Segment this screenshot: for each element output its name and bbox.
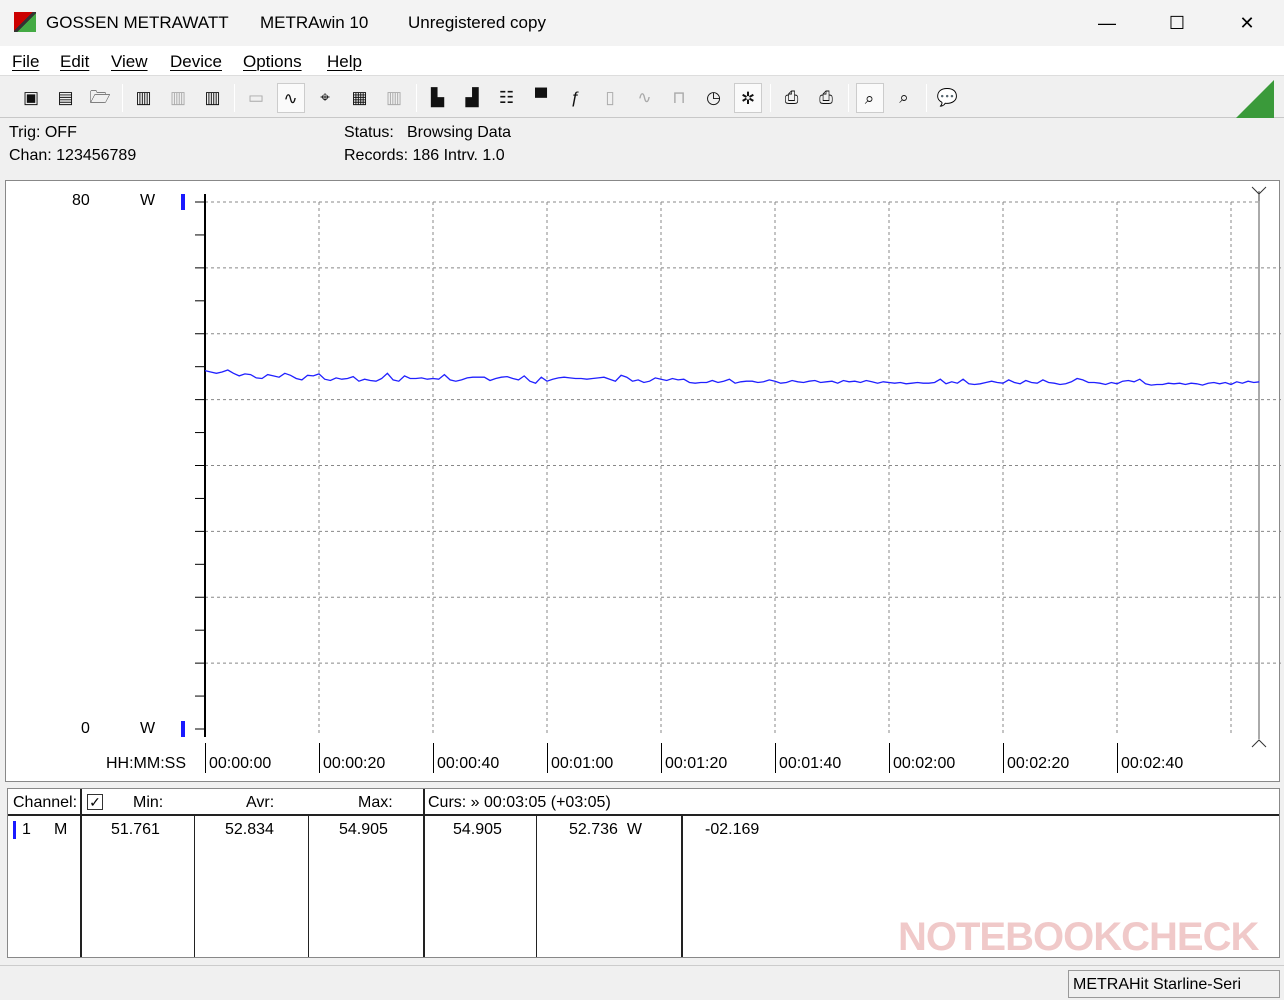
close-button[interactable]: ✕ (1224, 8, 1270, 38)
connection-indicator-icon (1236, 80, 1274, 118)
x-tick-label: 00:00:40 (433, 743, 499, 773)
avr-value: 52.834 (225, 821, 274, 838)
channel-min-marker (181, 721, 185, 737)
comment-button[interactable]: 💬 (934, 83, 962, 113)
x-tick-label: 00:01:40 (775, 743, 841, 773)
cursor-header: Curs: » 00:03:05 (+03:05) (428, 794, 611, 811)
channel-list: Chan: 123456789 (9, 147, 137, 164)
y-max-label: 80 (72, 192, 90, 209)
toolbar-separator (415, 84, 417, 112)
menu-view[interactable]: View (111, 52, 148, 72)
y-min-label: 0 (81, 720, 90, 737)
status-bar: METRAHit Starline-Seri (0, 965, 1284, 1000)
cursor-value-2: 52.736 W (569, 821, 642, 838)
trigger-bug-button[interactable]: ✲ (734, 83, 762, 113)
cursor-value: 54.905 (453, 821, 502, 838)
x-tick-label: 00:01:20 (661, 743, 727, 773)
max-value: 54.905 (339, 821, 388, 838)
monitor-button[interactable]: ▀ (527, 83, 555, 113)
channel-checkbox[interactable]: ✓ (87, 794, 103, 810)
toolbar-separator (234, 84, 235, 112)
toolbar-separator (769, 84, 771, 112)
pulse-button[interactable]: ⊓ (665, 83, 693, 113)
channel-number: 1 (22, 821, 31, 838)
x-tick-label: 00:02:40 (1117, 743, 1183, 773)
status-value: Browsing Data (407, 124, 512, 141)
channel-mode: M (54, 821, 68, 838)
menu-help[interactable]: Help (327, 52, 362, 72)
x-axis-label: HH:MM:SS (106, 755, 186, 772)
toolbar-separator (847, 84, 849, 112)
minimize-button[interactable]: — (1084, 8, 1130, 38)
export-button[interactable]: ▙ (424, 83, 452, 113)
x-tick-label: 00:00:20 (319, 743, 385, 773)
toolbar-separator (925, 84, 927, 112)
clock-button[interactable]: ◷ (700, 83, 728, 113)
app-logo-icon (14, 12, 36, 32)
cursor-bottom-handle (1251, 739, 1267, 748)
y-max-unit: W (140, 192, 156, 209)
zoom-wave-button[interactable]: ⌕ (855, 83, 884, 113)
y-min-unit: W (140, 720, 156, 737)
save-as-button[interactable]: ▤ (52, 83, 80, 113)
x-tick-label: 00:02:00 (889, 743, 955, 773)
min-header: Min: (133, 794, 164, 811)
toolbar-separator (121, 84, 123, 112)
avr-header: Avr: (246, 794, 275, 811)
chart-panel[interactable]: 80 W 0 W HH:MM:SS 00:00:00 00:00:20 00:00:… (5, 180, 1281, 782)
x-tick-label: 00:02:20 (1003, 743, 1069, 773)
menu-options[interactable]: Options (243, 52, 302, 72)
device-name: METRAHit Starline-Seri (1068, 970, 1280, 998)
company-name: GOSSEN METRAWATT (46, 13, 229, 32)
device-transfer-button[interactable]: ▥ (164, 83, 192, 113)
channel-header: Channel: (13, 794, 78, 811)
menu-edit[interactable]: Edit (60, 52, 89, 72)
x-tick-label: 00:01:00 (547, 743, 613, 773)
channel-max-marker (181, 194, 185, 210)
waveform-view-button[interactable]: ∿ (276, 83, 305, 113)
cursor-difference: -02.169 (705, 821, 760, 838)
meter-button[interactable]: ▯ (596, 83, 624, 113)
records-info: Records: 186 Intrv. 1.0 (344, 147, 505, 164)
menu-bar: File Edit View Device Options Help (0, 46, 1284, 76)
trigger-status: Trig: OFF (9, 124, 77, 141)
registration-status: Unregistered copy (408, 13, 546, 32)
measurement-table: Channel: ✓ Min: Avr: Max: Curs: » 00:03:… (7, 788, 1280, 959)
title-bar: GOSSEN METRAWATT METRAwin 10 Unregistere… (0, 0, 1284, 46)
maximize-button[interactable]: ☐ (1154, 8, 1200, 38)
toolbar: ▣ ▤ 🗁 ▥ ▥ ▥ ▭ ∿ ⌖ ▦ ▥ ▙ ▟ ☷ ▀ ƒ ▯ ∿ ⊓ ◷ ✲ ⎙ ⎙ ⌕ ⌕ 💬 (0, 78, 1284, 118)
list-settings-button[interactable]: ☷ (493, 83, 521, 113)
save-button[interactable]: ▣ (17, 83, 45, 113)
status-label: Status: (344, 124, 394, 141)
print-button[interactable]: ⎙ (812, 83, 840, 113)
crosshair-button[interactable]: ⌖ (311, 83, 339, 113)
min-value: 51.761 (111, 821, 160, 838)
import-button[interactable]: ▟ (458, 83, 486, 113)
display-button[interactable]: ▭ (242, 83, 270, 113)
app-name: METRAwin 10 (260, 13, 369, 32)
watermark: NOTEBOOKCHECK (898, 915, 1259, 959)
device-memory-button[interactable]: ▥ (199, 83, 227, 113)
signal-button[interactable]: ∿ (631, 83, 659, 113)
device-read-button[interactable]: ▥ (130, 83, 158, 113)
channel-color-marker (13, 821, 16, 839)
menu-file[interactable]: File (12, 52, 39, 72)
chart-svg (181, 186, 1281, 748)
menu-device[interactable]: Device (170, 52, 222, 72)
x-tick-label: 00:00:00 (205, 743, 271, 773)
max-header: Max: (358, 794, 393, 811)
function-button[interactable]: ƒ (562, 83, 590, 113)
cursor-top-handle (1251, 186, 1267, 201)
open-folder-button[interactable]: 🗁 (86, 83, 114, 113)
zoom-signal-button[interactable]: ⌕ (890, 83, 918, 113)
print-preview-button[interactable]: ⎙ (778, 83, 806, 113)
histogram-button[interactable]: ▥ (380, 83, 408, 113)
info-panel: Trig: OFF Chan: 123456789 Status: Browsi… (0, 120, 1284, 178)
table-view-button[interactable]: ▦ (346, 83, 374, 113)
power-series-line (204, 369, 1260, 386)
